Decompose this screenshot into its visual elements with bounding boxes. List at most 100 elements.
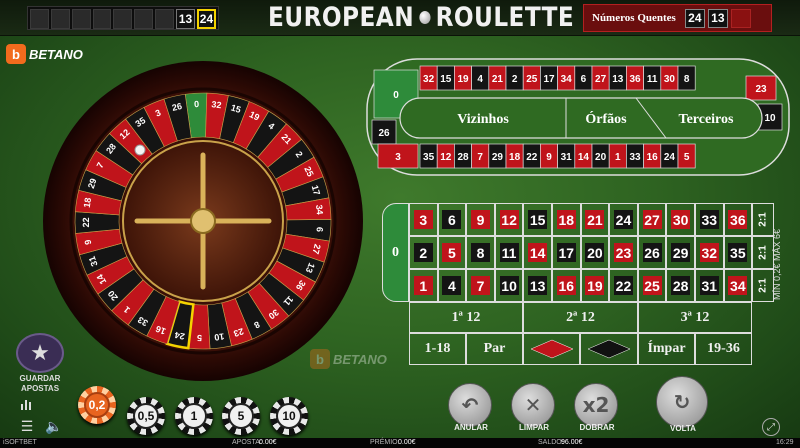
bet-number[interactable]: 1 [409, 269, 438, 302]
section-orfaos[interactable]: Órfãos [585, 110, 627, 127]
wheel-number: 24 [174, 330, 186, 342]
fullscreen-icon[interactable]: ⤢ [762, 418, 780, 436]
bet-number[interactable]: 32 [694, 236, 724, 269]
bet-number[interactable]: 6 [437, 203, 467, 236]
chip-10[interactable]: 10 [270, 397, 308, 435]
bet-number[interactable]: 22 [609, 269, 638, 302]
bet-number[interactable]: 30 [666, 203, 695, 236]
save-bets-label-1: GUARDAR [19, 374, 61, 383]
racetrack-number: 12 [440, 152, 452, 163]
bet-low[interactable]: 1-18 [409, 333, 466, 365]
spin-label: VOLTA [670, 424, 696, 433]
bet-number[interactable]: 12 [494, 203, 524, 236]
section-terceiros[interactable]: Terceiros [679, 112, 735, 127]
number-label: 12 [499, 210, 519, 229]
bet-dozen-3[interactable]: 3ª 12 [638, 302, 752, 333]
number-grid: 3 6 9 12 15 18 21 24 27 30 33 36 2 5 8 11 14 17 20 23 26 29 32… [409, 203, 753, 302]
bet-number[interactable]: 29 [666, 236, 695, 269]
number-label: 22 [613, 276, 633, 295]
menu-icon[interactable]: ☰ [17, 416, 37, 436]
bet-number[interactable]: 16 [551, 269, 581, 302]
bet-number[interactable]: 28 [666, 269, 695, 302]
bet-number[interactable]: 18 [551, 203, 581, 236]
bet-number[interactable]: 7 [466, 269, 495, 302]
bet-number[interactable]: 20 [580, 236, 610, 269]
bet-even[interactable]: Par [466, 333, 523, 365]
double-button[interactable]: x2 DOBRAR [574, 383, 620, 432]
stats-icon[interactable] [17, 394, 37, 414]
brand-name: BETANO [333, 351, 387, 367]
bet-number[interactable]: 11 [494, 236, 524, 269]
bet-zero[interactable]: 0 [382, 203, 409, 302]
bet-number[interactable]: 17 [551, 236, 581, 269]
undo-button[interactable]: ↶ ANULAR [448, 383, 494, 432]
bet-number[interactable]: 25 [637, 269, 667, 302]
bet-number[interactable]: 3 [409, 203, 438, 236]
chip-5[interactable]: 5 [222, 397, 260, 435]
column-label: 2:1 [757, 245, 769, 260]
bet-column-2[interactable]: 2:1 [752, 236, 774, 269]
racetrack-number: 13 [612, 74, 624, 85]
number-label: 15 [528, 210, 548, 229]
history-cell [92, 9, 112, 29]
bet-number[interactable]: 33 [694, 203, 724, 236]
wheel-number: 10 [214, 331, 225, 342]
number-label: 7 [470, 276, 490, 295]
bet-number[interactable]: 31 [694, 269, 724, 302]
racetrack[interactable]: 32 15 19 4 21 2 25 17 34 6 27 13 36 11 30 835 12 28 7 29 18 2… [366, 58, 790, 176]
number-label: 36 [728, 210, 748, 229]
bet-number[interactable]: 5 [437, 236, 467, 269]
bet-number[interactable]: 26 [637, 236, 667, 269]
spin-button[interactable]: ↻ VOLTA [656, 376, 710, 433]
bet-number[interactable]: 14 [523, 236, 552, 269]
bet-dozen-1[interactable]: 1ª 12 [409, 302, 523, 333]
bet-dozen-2[interactable]: 2ª 12 [523, 302, 638, 333]
section-vizinhos[interactable]: Vizinhos [457, 112, 509, 127]
bet-number[interactable]: 34 [723, 269, 753, 302]
number-label: 17 [556, 243, 576, 262]
chip-1[interactable]: 1 [175, 397, 213, 435]
bet-number[interactable]: 19 [580, 269, 610, 302]
clear-button[interactable]: ✕ LIMPAR [511, 383, 557, 432]
bet-number[interactable]: 8 [466, 236, 495, 269]
bet-red[interactable] [523, 333, 580, 365]
bet-number[interactable]: 9 [466, 203, 495, 236]
bet-number[interactable]: 2 [409, 236, 438, 269]
save-bets-button[interactable]: ★ GUARDAR APOSTAS [14, 333, 66, 393]
chip-0-5[interactable]: 0,5 [127, 397, 165, 435]
bet-black[interactable] [580, 333, 638, 365]
bet-number[interactable]: 35 [723, 236, 753, 269]
chip-0-2[interactable]: 0,2 [78, 386, 116, 424]
racetrack-number: 29 [492, 152, 504, 163]
bet-number[interactable]: 15 [523, 203, 552, 236]
bet-number[interactable]: 23 [609, 236, 638, 269]
history-cell [50, 9, 70, 29]
racetrack-number: 34 [561, 74, 573, 85]
wheel-number: 6 [315, 227, 325, 233]
wheel-number: 34 [314, 204, 325, 215]
bet-number[interactable]: 21 [580, 203, 610, 236]
chip-value: 1 [181, 403, 207, 429]
bet-column-1[interactable]: 2:1 [752, 269, 774, 302]
bet-number[interactable]: 13 [523, 269, 552, 302]
bet-number[interactable]: 24 [609, 203, 638, 236]
column-label: 2:1 [757, 278, 769, 293]
bet-high[interactable]: 19-36 [695, 333, 752, 365]
bet-number[interactable]: 27 [637, 203, 667, 236]
brand-mark-icon: b [6, 44, 26, 64]
hot-number: 24 [684, 8, 705, 28]
bet-column-3[interactable]: 2:1 [752, 203, 774, 236]
star-icon: ★ [16, 333, 64, 373]
bet-number[interactable]: 36 [723, 203, 753, 236]
hot-numbers-panel[interactable]: Números Quentes 24 13 [583, 4, 772, 32]
bet-number[interactable]: 4 [437, 269, 467, 302]
number-label: 4 [442, 276, 462, 295]
ball-icon [419, 11, 431, 24]
number-label: 3 [413, 210, 433, 229]
bet-number[interactable]: 10 [494, 269, 524, 302]
number-label: 27 [642, 210, 662, 229]
number-label: 20 [585, 243, 605, 262]
sound-icon[interactable]: 🔈 [44, 416, 64, 436]
black-diamond-icon [587, 339, 631, 359]
bet-odd[interactable]: Ímpar [638, 333, 695, 365]
